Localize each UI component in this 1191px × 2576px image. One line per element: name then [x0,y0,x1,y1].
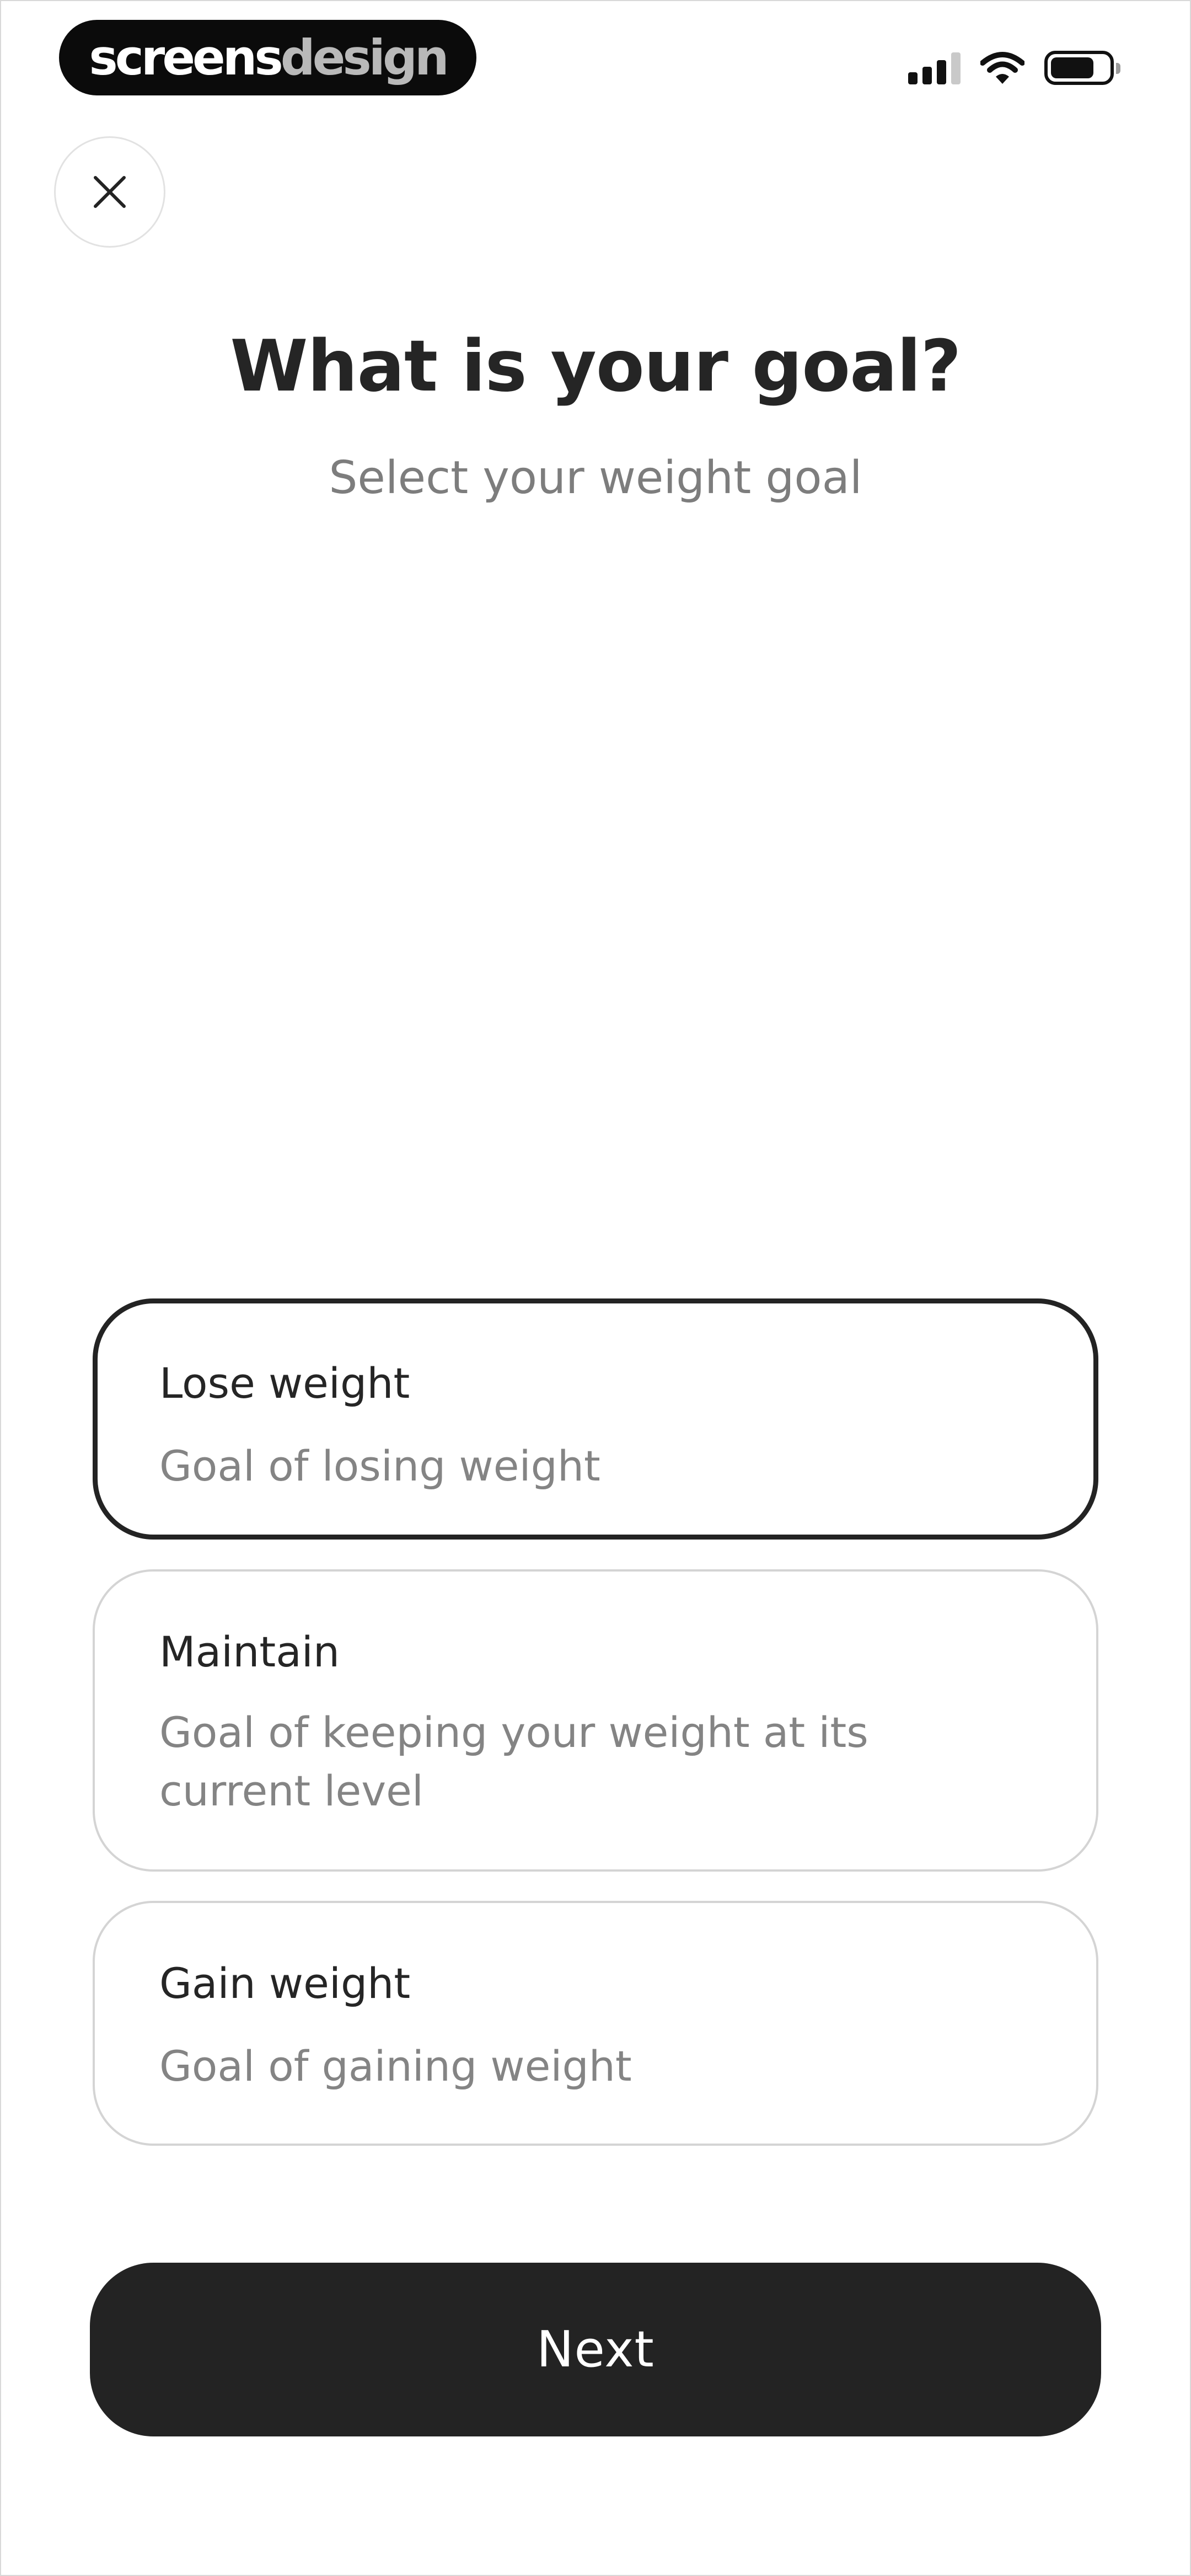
option-lose-weight[interactable]: Lose weight Goal of losing weight [93,1298,1098,1540]
option-description: Goal of keeping your weight at its curre… [159,1708,868,1815]
option-title: Lose weight [159,1359,410,1408]
option-description: Goal of losing weight [159,1441,600,1490]
option-gain-weight[interactable]: Gain weight Goal of gaining weight [93,1901,1098,2146]
brand-badge: screens design [59,20,476,95]
status-icons [908,43,1120,93]
brand-text-secondary: design [280,29,449,86]
battery-level-fill [1051,57,1093,78]
option-title: Gain weight [159,1959,411,2008]
brand-text-primary: screens [89,29,283,86]
battery-icon [1044,51,1120,85]
close-icon [94,176,126,208]
signal-icon [908,51,961,84]
page-title: What is your goal? [230,325,961,408]
option-maintain[interactable]: Maintain Goal of keeping your weight at … [93,1569,1098,1872]
close-button[interactable] [54,136,165,248]
wifi-icon [980,52,1024,84]
option-description: Goal of gaining weight [159,2041,632,2091]
option-title: Maintain [159,1627,340,1676]
page-subtitle: Select your weight goal [329,452,862,504]
next-button[interactable]: Next [90,2263,1101,2436]
